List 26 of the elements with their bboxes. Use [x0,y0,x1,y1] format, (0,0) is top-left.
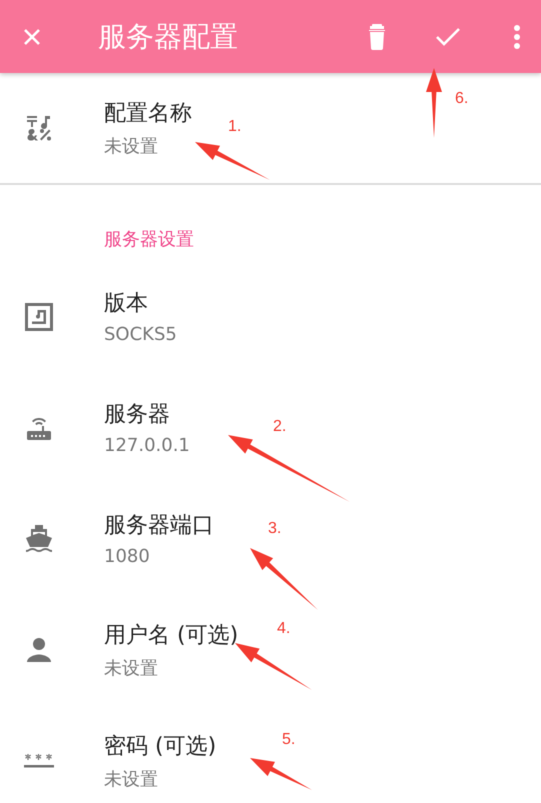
password-icon [24,752,54,768]
item-title: 用户名 (可选) [104,622,238,650]
nfc-icon [24,302,54,332]
annotation-number: 3. [268,520,282,538]
item-summary: 127.0.0.1 [104,435,190,456]
annotation-number: 4. [277,620,290,638]
person-icon [25,636,53,664]
item-summary: 未设置 [104,656,159,680]
ship-icon [24,524,54,554]
item-title: 版本 [104,290,149,318]
annotation-number: 6. [455,90,468,108]
item-summary: 1080 [104,546,151,567]
item-title: 服务器 [104,401,171,429]
symbols-icon [26,115,52,141]
app-bar-title: 服务器配置 [98,18,238,54]
item-title: 配置名称 [104,100,192,128]
annotation-number: 5. [282,731,296,749]
item-summary: 未设置 [104,135,159,158]
annotation-number: 1. [228,118,242,136]
item-summary: SOCKS5 [104,324,177,345]
item-title: 密码 (可选) [104,732,216,760]
item-title: 服务器端口 [104,512,214,540]
annotation-arrow [250,758,312,790]
item-summary: 未设置 [104,768,159,790]
annotation-number: 2. [273,418,286,436]
section-header: 服务器设置 [104,229,194,250]
